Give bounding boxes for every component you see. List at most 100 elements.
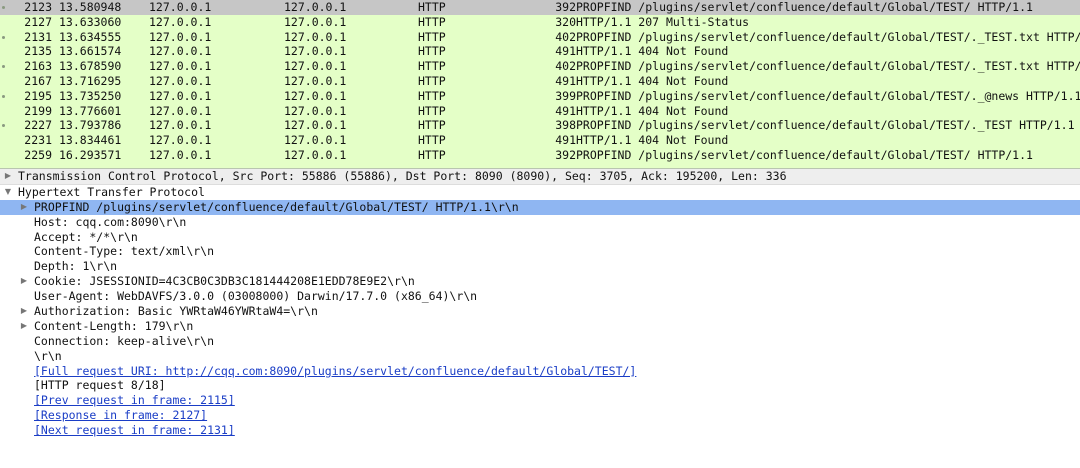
host-header-item[interactable]: Host: cqq.com:8090\r\n (0, 215, 1080, 230)
packet-source: 127.0.0.1 (149, 147, 212, 162)
authorization-header-item[interactable]: ▶ Authorization: Basic YWRtaW46YWRtaW4=\… (0, 304, 1080, 319)
packet-number: 2123 (24, 0, 52, 14)
packet-info: HTTP/1.1 207 Multi-Status (576, 14, 750, 29)
packet-length: 491 (555, 133, 576, 148)
packet-list[interactable]: 2123 13.580948 127.0.0.1 127.0.0.1 HTTP 392 PR… (0, 0, 1080, 169)
packet-protocol: HTTP (418, 59, 446, 74)
packet-destination: 127.0.0.1 (284, 103, 347, 118)
packet-row[interactable]: 2127 13.633060 127.0.0.1 127.0.0.1 HTTP 320 HT… (0, 14, 1080, 30)
packet-source: 127.0.0.1 (149, 59, 212, 74)
prev-request-link[interactable]: [Prev request in frame: 2115] (34, 393, 235, 408)
http-request-count-item[interactable]: [HTTP request 8/18] (0, 378, 1080, 393)
response-frame-link[interactable]: [Response in frame: 2127] (34, 408, 207, 423)
packet-length: 399 (555, 88, 576, 103)
expand-triangle-icon[interactable]: ▶ (2, 169, 14, 184)
packet-row[interactable]: 2231 13.834461 127.0.0.1 127.0.0.1 HTTP 491 HT… (0, 133, 1080, 148)
content-length-header-text: Content-Length: 179\r\n (34, 318, 194, 333)
next-request-item[interactable]: [Next request in frame: 2131] (0, 423, 1080, 438)
packet-source: 127.0.0.1 (149, 103, 212, 118)
expand-triangle-icon[interactable]: ▶ (18, 274, 30, 289)
packet-time: 13.834461 (59, 133, 122, 148)
expand-triangle-icon[interactable]: ▶ (18, 200, 30, 215)
crlf-text: \r\n (34, 348, 62, 363)
connection-header-item[interactable]: Connection: keep-alive\r\n (0, 334, 1080, 349)
full-request-uri-link[interactable]: [Full request URI: http://cqq.com:8090/p… (34, 364, 636, 379)
packet-time: 13.678590 (59, 59, 122, 74)
full-request-uri-item[interactable]: [Full request URI: http://cqq.com:8090/p… (0, 364, 1080, 379)
packet-time: 13.580948 (59, 0, 122, 14)
packet-protocol: HTTP (418, 14, 446, 29)
packet-protocol: HTTP (418, 0, 446, 14)
packet-time: 13.776601 (59, 103, 122, 118)
crlf-item[interactable]: \r\n (0, 349, 1080, 364)
content-type-header-item[interactable]: Content-Type: text/xml\r\n (0, 244, 1080, 259)
packet-row[interactable]: 2199 13.776601 127.0.0.1 127.0.0.1 HTTP 491 HT… (0, 103, 1080, 119)
packet-row[interactable]: 2163 13.678590 127.0.0.1 127.0.0.1 HTTP 402 PR… (0, 59, 1080, 74)
packet-row[interactable]: 2123 13.580948 127.0.0.1 127.0.0.1 HTTP 392 PR… (0, 0, 1080, 15)
packet-length: 491 (555, 44, 576, 59)
packet-source: 127.0.0.1 (149, 0, 212, 14)
packet-protocol: HTTP (418, 88, 446, 103)
packet-destination: 127.0.0.1 (284, 59, 347, 74)
next-request-link[interactable]: [Next request in frame: 2131] (34, 423, 235, 438)
packet-destination: 127.0.0.1 (284, 0, 347, 14)
packet-row[interactable]: 2131 13.634555 127.0.0.1 127.0.0.1 HTTP 402 PR… (0, 29, 1080, 45)
user-agent-header-item[interactable]: User-Agent: WebDAVFS/3.0.0 (03008000) Da… (0, 289, 1080, 304)
response-frame-item[interactable]: [Response in frame: 2127] (0, 408, 1080, 423)
tcp-summary: Transmission Control Protocol, Src Port:… (18, 169, 787, 183)
tcp-tree-item[interactable]: ▶ Transmission Control Protocol, Src Por… (0, 169, 1080, 185)
packet-row-partial[interactable] (0, 162, 1080, 168)
packet-length: 491 (555, 73, 576, 88)
depth-header-item[interactable]: Depth: 1\r\n (0, 259, 1080, 274)
packet-protocol: HTTP (418, 29, 446, 44)
packet-info: PROPFIND /plugins/servlet/confluence/def… (576, 29, 1080, 44)
packet-info: HTTP/1.1 404 Not Found (576, 73, 729, 88)
packet-destination: 127.0.0.1 (284, 118, 347, 133)
packet-length: 402 (555, 59, 576, 74)
packet-info: PROPFIND /plugins/servlet/confluence/def… (576, 88, 1080, 103)
accept-header-text: Accept: */*\r\n (34, 229, 138, 244)
packet-number: 2127 (24, 14, 52, 29)
http-protocol-label: Hypertext Transfer Protocol (18, 184, 205, 199)
packet-row[interactable]: 2195 13.735250 127.0.0.1 127.0.0.1 HTTP 399 PR… (0, 88, 1080, 104)
http-request-count-text: [HTTP request 8/18] (34, 378, 166, 393)
request-line-item[interactable]: ▶ PROPFIND /plugins/servlet/confluence/d… (0, 199, 1080, 215)
packet-protocol: HTTP (418, 103, 446, 118)
connection-header-text: Connection: keep-alive\r\n (34, 333, 215, 348)
host-header-text: Host: cqq.com:8090\r\n (34, 214, 187, 229)
collapse-triangle-icon[interactable]: ▼ (2, 185, 14, 200)
prev-request-item[interactable]: [Prev request in frame: 2115] (0, 393, 1080, 408)
packet-protocol: HTTP (418, 147, 446, 162)
packet-destination: 127.0.0.1 (284, 29, 347, 44)
packet-destination: 127.0.0.1 (284, 14, 347, 29)
packet-row[interactable]: 2227 13.793786 127.0.0.1 127.0.0.1 HTTP 398 PR… (0, 118, 1080, 134)
packet-info: PROPFIND /plugins/servlet/confluence/def… (576, 59, 1080, 74)
packet-length: 402 (555, 29, 576, 44)
expand-triangle-icon[interactable]: ▶ (18, 304, 30, 319)
packet-source: 127.0.0.1 (149, 88, 212, 103)
cookie-header-item[interactable]: ▶ Cookie: JSESSIONID=4C3CB0C3DB3C1814442… (0, 274, 1080, 289)
packet-info: HTTP/1.1 404 Not Found (576, 133, 729, 148)
request-line-text: PROPFIND /plugins/servlet/confluence/def… (34, 199, 519, 214)
packet-info: HTTP/1.1 404 Not Found (576, 44, 729, 59)
packet-number: 2227 (24, 118, 52, 133)
packet-time: 13.633060 (59, 14, 122, 29)
user-agent-header-text: User-Agent: WebDAVFS/3.0.0 (03008000) Da… (34, 289, 478, 304)
packet-source: 127.0.0.1 (149, 133, 212, 148)
authorization-header-text: Authorization: Basic YWRtaW46YWRtaW4=\r\… (34, 304, 318, 319)
packet-number: 2259 (24, 147, 52, 162)
expand-triangle-icon[interactable]: ▶ (18, 319, 30, 334)
content-length-header-item[interactable]: ▶ Content-Length: 179\r\n (0, 319, 1080, 334)
packet-destination: 127.0.0.1 (284, 147, 347, 162)
packet-number: 2167 (24, 73, 52, 88)
packet-number: 2131 (24, 29, 52, 44)
accept-header-item[interactable]: Accept: */*\r\n (0, 230, 1080, 245)
packet-details-tree[interactable]: ▶ Transmission Control Protocol, Src Por… (0, 169, 1080, 438)
http-tree-item[interactable]: ▼ Hypertext Transfer Protocol (0, 185, 1080, 200)
packet-protocol: HTTP (418, 118, 446, 133)
packet-row[interactable]: 2259 16.293571 127.0.0.1 127.0.0.1 HTTP 392 PR… (0, 147, 1080, 163)
packet-number: 2135 (24, 44, 52, 59)
depth-header-text: Depth: 1\r\n (34, 259, 118, 274)
packet-row[interactable]: 2167 13.716295 127.0.0.1 127.0.0.1 HTTP 491 HT… (0, 73, 1080, 89)
packet-row[interactable]: 2135 13.661574 127.0.0.1 127.0.0.1 HTTP 491 HT… (0, 44, 1080, 60)
